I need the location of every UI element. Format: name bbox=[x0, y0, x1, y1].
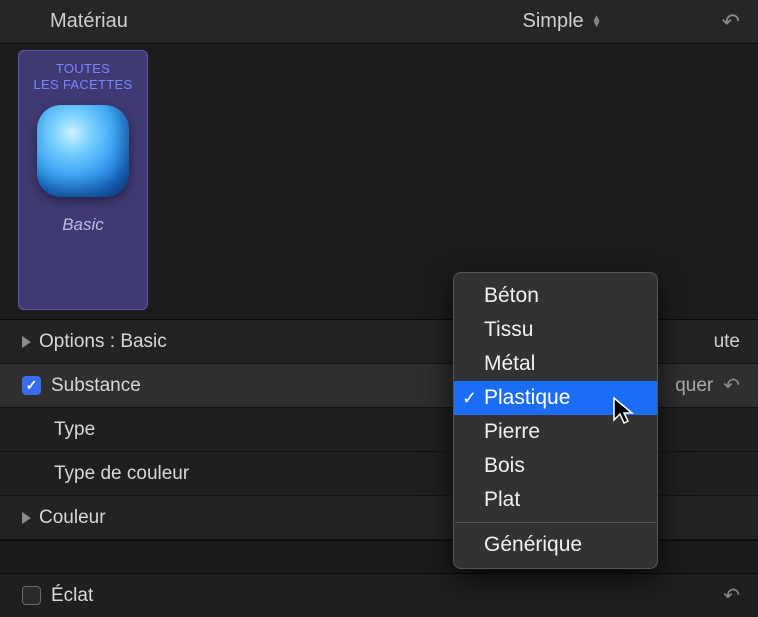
popup-item-generique[interactable]: Générique bbox=[454, 528, 657, 562]
undo-icon[interactable]: ↶ bbox=[722, 9, 740, 35]
popup-item-bois[interactable]: Bois bbox=[454, 449, 657, 483]
glow-label: Éclat bbox=[51, 585, 93, 607]
complexity-select-label: Simple bbox=[523, 10, 584, 33]
disclosure-triangle-icon[interactable] bbox=[22, 512, 31, 524]
substance-popup-menu: Béton Tissu Métal ✓ Plastique Pierre Boi… bbox=[453, 272, 658, 569]
popup-item-pierre[interactable]: Pierre bbox=[454, 415, 657, 449]
glow-row: Éclat ↶ bbox=[0, 573, 758, 617]
popup-separator bbox=[455, 522, 656, 523]
disclosure-triangle-icon[interactable] bbox=[22, 336, 31, 348]
facet-card-name: Basic bbox=[62, 215, 104, 235]
apply-button-fragment[interactable]: quer bbox=[675, 375, 713, 397]
popup-item-metal[interactable]: Métal bbox=[454, 347, 657, 381]
undo-icon[interactable]: ↶ bbox=[723, 583, 740, 608]
color-label: Couleur bbox=[39, 507, 106, 529]
undo-icon[interactable]: ↶ bbox=[723, 373, 740, 398]
type-label: Type bbox=[54, 419, 95, 441]
substance-label: Substance bbox=[51, 375, 141, 397]
options-value-fragment: ute bbox=[714, 331, 740, 353]
complexity-select[interactable]: Simple ▲▼ bbox=[523, 10, 602, 33]
popup-item-tissu[interactable]: Tissu bbox=[454, 313, 657, 347]
checkmark-icon: ✓ bbox=[462, 388, 477, 409]
color-type-label: Type de couleur bbox=[54, 463, 189, 485]
popup-item-plat[interactable]: Plat bbox=[454, 483, 657, 517]
glow-checkbox[interactable] bbox=[22, 586, 41, 605]
popup-item-plastique[interactable]: ✓ Plastique bbox=[454, 381, 657, 415]
header-bar: Matériau Simple ▲▼ ↶ bbox=[0, 0, 758, 44]
popup-item-beton[interactable]: Béton bbox=[454, 279, 657, 313]
facet-card[interactable]: TOUTES LES FACETTES Basic bbox=[18, 50, 148, 310]
substance-checkbox[interactable] bbox=[22, 376, 41, 395]
material-preview-swatch bbox=[37, 105, 129, 197]
updown-icon: ▲▼ bbox=[592, 16, 602, 28]
panel-title: Matériau bbox=[50, 10, 128, 33]
facet-card-title: TOUTES LES FACETTES bbox=[34, 61, 133, 93]
options-label: Options : Basic bbox=[39, 331, 167, 353]
